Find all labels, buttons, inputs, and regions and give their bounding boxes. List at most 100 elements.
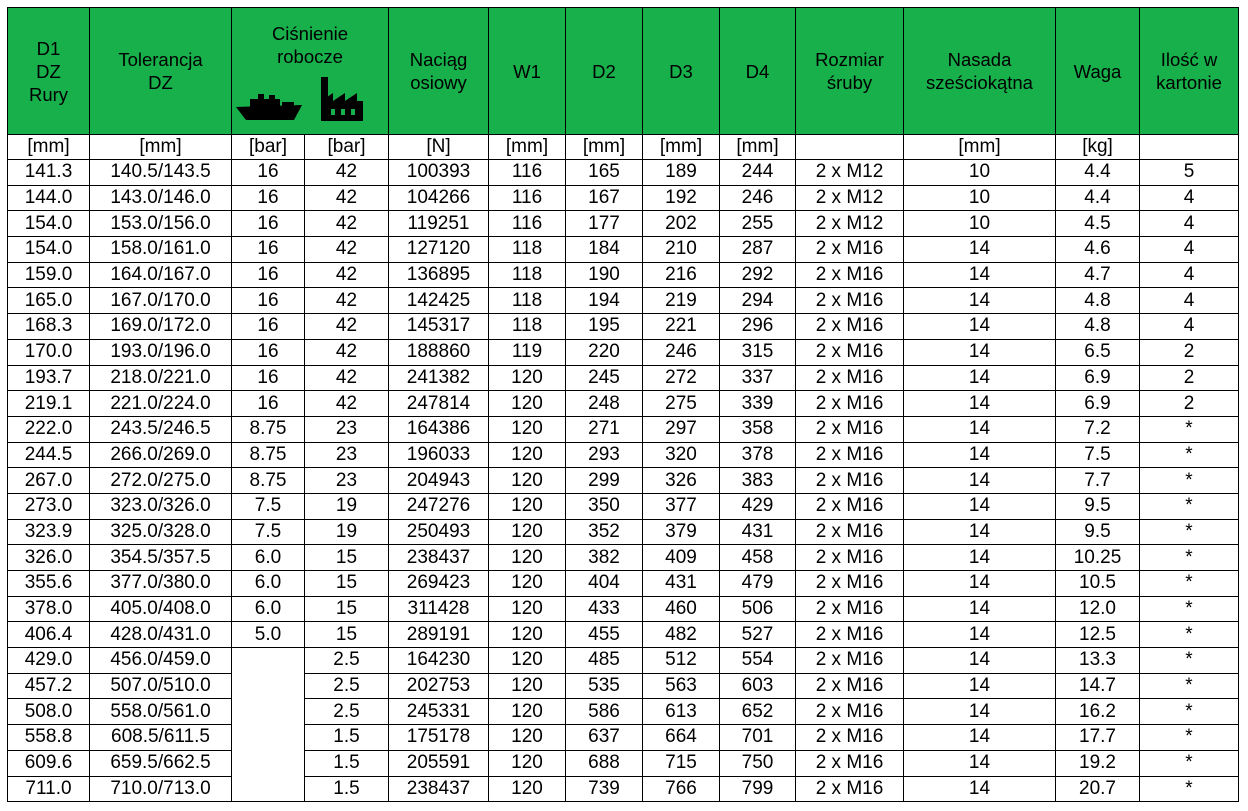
d2-cell: 688 xyxy=(565,749,643,777)
hex-socket-cell: 14 xyxy=(903,441,1056,469)
table-row: 323.9 325.0/328.0 7.5 19 250493 120 352 379 431 2… xyxy=(7,518,1239,546)
pressure-water-cell: 16 xyxy=(231,159,305,186)
spec-table-container: D1 DZ Rury Tolerancja DZ Ciśnienie roboc… xyxy=(7,7,1239,803)
bolt-size-cell: 2 x M16 xyxy=(795,467,904,494)
weight-cell: 9.5 xyxy=(1055,492,1140,520)
d2-cell: 271 xyxy=(565,415,643,443)
hex-socket-cell: 14 xyxy=(903,775,1056,803)
box-qty-cell: * xyxy=(1139,647,1239,674)
d3-cell: 192 xyxy=(642,184,720,212)
d4-cell: 296 xyxy=(719,313,796,340)
w1-cell: 116 xyxy=(488,159,566,186)
bolt-size-cell: 2 x M16 xyxy=(795,570,904,597)
header-row: D1 DZ Rury Tolerancja DZ Ciśnienie roboc… xyxy=(7,7,1239,135)
pressure-water-cell: 16 xyxy=(231,313,305,340)
tolerance-cell: 218.0/221.0 xyxy=(89,364,232,392)
header-d2: D2 xyxy=(565,7,643,135)
pressure-water-cell: 16 xyxy=(231,210,305,238)
pressure-water-cell: 16 xyxy=(231,338,305,366)
table-body: 141.3 140.5/143.5 16 42 100393 116 165 189 244 2 … xyxy=(7,159,1239,803)
unit-cell: [mm] xyxy=(565,134,643,160)
pressure-water-cell: 8.75 xyxy=(231,441,305,469)
tolerance-cell: 608.5/611.5 xyxy=(89,724,232,751)
unit-cell: [kg] xyxy=(1055,134,1140,160)
pressure-water-cell: 16 xyxy=(231,261,305,289)
weight-cell: 4.8 xyxy=(1055,313,1140,340)
header-d3: D3 xyxy=(642,7,720,135)
d2-cell: 293 xyxy=(565,441,643,469)
hex-socket-cell: 14 xyxy=(903,313,1056,340)
d1-cell: 326.0 xyxy=(7,544,90,571)
w1-cell: 120 xyxy=(488,364,566,392)
bolt-size-cell: 2 x M12 xyxy=(795,184,904,212)
w1-cell: 120 xyxy=(488,775,566,803)
box-qty-cell: * xyxy=(1139,595,1239,623)
w1-cell: 118 xyxy=(488,261,566,289)
w1-cell: 120 xyxy=(488,492,566,520)
pressure-water-cell: 16 xyxy=(231,364,305,392)
w1-cell: 120 xyxy=(488,749,566,777)
hex-socket-cell: 14 xyxy=(903,492,1056,520)
unit-cell: [bar] xyxy=(304,134,389,160)
axial-pull-cell: 119251 xyxy=(388,210,489,238)
header-tolerance: Tolerancja DZ xyxy=(89,7,232,135)
header-box-qty-label: Ilość w kartonie xyxy=(1156,49,1222,93)
d2-cell: 455 xyxy=(565,621,643,649)
bolt-size-cell: 2 x M16 xyxy=(795,492,904,520)
box-qty-cell: * xyxy=(1139,749,1239,777)
tolerance-cell: 167.0/170.0 xyxy=(89,287,232,315)
d4-cell: 287 xyxy=(719,236,796,263)
d1-cell: 406.4 xyxy=(7,621,90,649)
hex-socket-cell: 14 xyxy=(903,287,1056,315)
d1-cell: 457.2 xyxy=(7,672,90,700)
w1-cell: 120 xyxy=(488,441,566,469)
bolt-size-cell: 2 x M16 xyxy=(795,724,904,751)
pressure-gas-cell: 42 xyxy=(304,159,389,186)
tolerance-cell: 323.0/326.0 xyxy=(89,492,232,520)
pressure-gas-cell: 1.5 xyxy=(304,749,389,777)
w1-cell: 118 xyxy=(488,236,566,263)
w1-cell: 120 xyxy=(488,724,566,751)
d1-cell: 355.6 xyxy=(7,570,90,597)
coupling-spec-table: D1 DZ Rury Tolerancja DZ Ciśnienie roboc… xyxy=(7,7,1239,803)
d3-cell: 512 xyxy=(642,647,720,674)
tolerance-cell: 266.0/269.0 xyxy=(89,441,232,469)
d2-cell: 535 xyxy=(565,672,643,700)
d3-cell: 613 xyxy=(642,698,720,726)
weight-cell: 4.4 xyxy=(1055,159,1140,186)
unit-cell: [bar] xyxy=(231,134,305,160)
box-qty-cell: 4 xyxy=(1139,287,1239,315)
hex-socket-cell: 10 xyxy=(903,184,1056,212)
unit-cell xyxy=(1139,134,1239,160)
header-pressure-label: Ciśnienie robocze xyxy=(271,23,349,67)
tolerance-cell: 558.0/561.0 xyxy=(89,698,232,726)
header-weight: Waga xyxy=(1055,7,1140,135)
d4-cell: 246 xyxy=(719,184,796,212)
hex-socket-cell: 14 xyxy=(903,364,1056,392)
box-qty-cell: * xyxy=(1139,518,1239,546)
pressure-gas-cell: 15 xyxy=(304,621,389,649)
d3-cell: 210 xyxy=(642,236,720,263)
weight-cell: 6.9 xyxy=(1055,364,1140,392)
d3-cell: 297 xyxy=(642,415,720,443)
axial-pull-cell: 164230 xyxy=(388,647,489,674)
box-qty-cell: * xyxy=(1139,492,1239,520)
box-qty-cell: 2 xyxy=(1139,390,1239,417)
d3-cell: 202 xyxy=(642,210,720,238)
table-row: 429.0 456.0/459.0 2.5 164230 120 485 512 554 2 x… xyxy=(7,647,1239,803)
d4-cell: 358 xyxy=(719,415,796,443)
header-d2-label: D2 xyxy=(592,60,616,82)
tolerance-cell: 169.0/172.0 xyxy=(89,313,232,340)
box-qty-cell: * xyxy=(1139,775,1239,803)
axial-pull-cell: 238437 xyxy=(388,775,489,803)
box-qty-cell: 4 xyxy=(1139,184,1239,212)
tolerance-cell: 164.0/167.0 xyxy=(89,261,232,289)
d2-cell: 404 xyxy=(565,570,643,597)
bolt-size-cell: 2 x M16 xyxy=(795,749,904,777)
tolerance-cell: 405.0/408.0 xyxy=(89,595,232,623)
d1-cell: 154.0 xyxy=(7,236,90,263)
header-d4: D4 xyxy=(719,7,796,135)
unit-cell: [mm] xyxy=(719,134,796,160)
d4-cell: 337 xyxy=(719,364,796,392)
d1-cell: 141.3 xyxy=(7,159,90,186)
